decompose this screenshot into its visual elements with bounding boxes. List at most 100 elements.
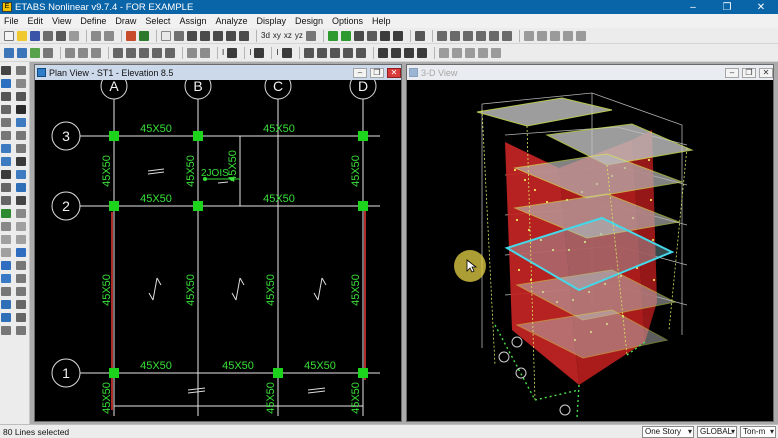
assign-frame-icon[interactable] <box>254 47 265 58</box>
load-case-icon[interactable] <box>187 47 197 58</box>
assign-area-loads-icon[interactable] <box>16 287 26 296</box>
3d-restore-button[interactable]: ❐ <box>742 67 756 78</box>
display-undeformed-icon[interactable] <box>523 30 534 41</box>
create-braces-icon[interactable] <box>1 118 11 127</box>
assign-point-loads-icon[interactable] <box>16 274 26 283</box>
rotate-view-icon[interactable] <box>305 30 316 41</box>
menu-assign[interactable]: Assign <box>179 16 206 26</box>
column-d1[interactable] <box>358 368 368 378</box>
view-3d-button[interactable]: 3d <box>261 31 270 40</box>
rubber-band-zoom-icon[interactable] <box>161 30 171 41</box>
draw-section-cut-tool-icon[interactable] <box>16 170 26 179</box>
draw-line-icon[interactable] <box>4 47 14 58</box>
draw-walls-icon[interactable] <box>16 144 26 153</box>
redo-icon[interactable] <box>104 30 114 41</box>
move-up-story-icon[interactable] <box>327 30 338 41</box>
run-analysis-icon[interactable] <box>139 30 149 41</box>
menu-define[interactable]: Define <box>80 16 106 26</box>
column-a2[interactable] <box>109 201 119 211</box>
3d-model-canvas[interactable] <box>407 80 773 421</box>
wall-section-icon[interactable] <box>126 47 136 58</box>
show-reactions-icon[interactable] <box>16 300 26 309</box>
display-design-icon[interactable] <box>575 30 586 41</box>
object-shrink-icon[interactable] <box>353 30 364 41</box>
print-icon[interactable] <box>56 30 66 41</box>
column-d3[interactable] <box>358 131 368 141</box>
minimize-button[interactable]: – <box>676 2 710 13</box>
new-model-icon[interactable] <box>4 30 14 41</box>
set-display-options-icon[interactable] <box>366 30 377 41</box>
snap-fine-grid-icon[interactable] <box>16 235 26 244</box>
create-columns-icon[interactable] <box>1 105 11 114</box>
draw-brace-icon[interactable] <box>449 30 460 41</box>
draw-point-icon[interactable] <box>1 79 11 88</box>
link-property-icon[interactable] <box>165 47 175 58</box>
show-tables-icon[interactable] <box>490 47 501 58</box>
menu-view[interactable]: View <box>52 16 71 26</box>
set-intersecting-line-icon[interactable] <box>16 196 26 205</box>
refresh-window-icon[interactable] <box>379 30 390 41</box>
draw-rectangle-area-icon[interactable] <box>30 47 40 58</box>
frame-labels-icon[interactable] <box>416 47 427 58</box>
print-tables-icon[interactable] <box>69 30 79 41</box>
maximize-button[interactable]: ❐ <box>710 2 744 13</box>
menu-file[interactable]: File <box>4 16 19 26</box>
undo-icon[interactable] <box>91 30 101 41</box>
lock-model-icon[interactable] <box>126 30 136 41</box>
show-shell-stresses-icon[interactable] <box>16 326 26 335</box>
draw-points-click-icon[interactable] <box>16 79 26 88</box>
snap-intersections-icon[interactable] <box>1 222 11 231</box>
frame-offsets-icon[interactable] <box>403 47 414 58</box>
snap-perpendicular-icon[interactable] <box>16 222 26 231</box>
menu-analyze[interactable]: Analyze <box>215 16 247 26</box>
move-down-story-icon[interactable] <box>340 30 351 41</box>
story-options-icon[interactable] <box>78 47 88 58</box>
get-previous-selection-icon[interactable] <box>16 183 26 192</box>
snap-ends-icon[interactable] <box>16 209 26 218</box>
frame-insertion-icon[interactable] <box>390 47 401 58</box>
3d-minimize-button[interactable]: – <box>725 67 739 78</box>
display-forces-icon[interactable] <box>549 30 560 41</box>
assign-frame-button[interactable]: I <box>249 48 251 57</box>
draw-lines-icon[interactable] <box>1 92 11 101</box>
extrusion-icon[interactable] <box>392 30 403 41</box>
draw-beam-icon[interactable] <box>17 47 27 58</box>
frame-releases-icon[interactable] <box>377 47 388 58</box>
quick-draw-icon[interactable] <box>43 47 53 58</box>
load-combo-icon[interactable] <box>200 47 210 58</box>
menu-draw[interactable]: Draw <box>115 16 136 26</box>
snap-middle-icon[interactable] <box>16 248 26 257</box>
clear-selection-icon[interactable] <box>1 196 11 205</box>
restore-full-view-icon[interactable] <box>174 30 184 41</box>
snap-points-icon[interactable] <box>1 209 11 218</box>
units-dropdown[interactable]: Ton-m <box>740 426 776 438</box>
3d-close-button[interactable]: ✕ <box>759 67 773 78</box>
divide-lines-icon[interactable] <box>329 47 340 58</box>
menu-display[interactable]: Display <box>256 16 286 26</box>
slab-section-icon[interactable] <box>139 47 149 58</box>
frame-section-icon[interactable] <box>113 47 123 58</box>
assign-loads-icon[interactable] <box>1 274 11 283</box>
assign-joint-button[interactable]: I <box>222 48 224 57</box>
column-c1[interactable] <box>273 368 283 378</box>
column-d2[interactable] <box>358 201 368 211</box>
draw-areas-icon[interactable] <box>1 131 11 140</box>
draw-opening-icon[interactable] <box>488 30 499 41</box>
plan-close-button[interactable]: ✕ <box>387 67 401 78</box>
open-folder-icon[interactable] <box>17 30 27 41</box>
show-member-forces-icon[interactable] <box>1 326 11 335</box>
draw-rect-areas-icon[interactable] <box>16 131 26 140</box>
create-secondary-beams-icon[interactable] <box>16 118 26 127</box>
draw-lines-click-icon[interactable] <box>16 92 26 101</box>
plan-restore-button[interactable]: ❐ <box>370 67 384 78</box>
pier-label-icon[interactable] <box>438 47 449 58</box>
show-modes-icon[interactable] <box>1 313 11 322</box>
draw-area-icon[interactable] <box>462 30 473 41</box>
menu-design[interactable]: Design <box>295 16 323 26</box>
menu-select[interactable]: Select <box>145 16 170 26</box>
snap-edges-icon[interactable] <box>16 261 26 270</box>
assign-restraint-icon[interactable] <box>227 47 238 58</box>
pointer-icon[interactable] <box>1 66 11 75</box>
column-a1[interactable] <box>109 368 119 378</box>
close-button[interactable]: ✕ <box>744 2 778 13</box>
